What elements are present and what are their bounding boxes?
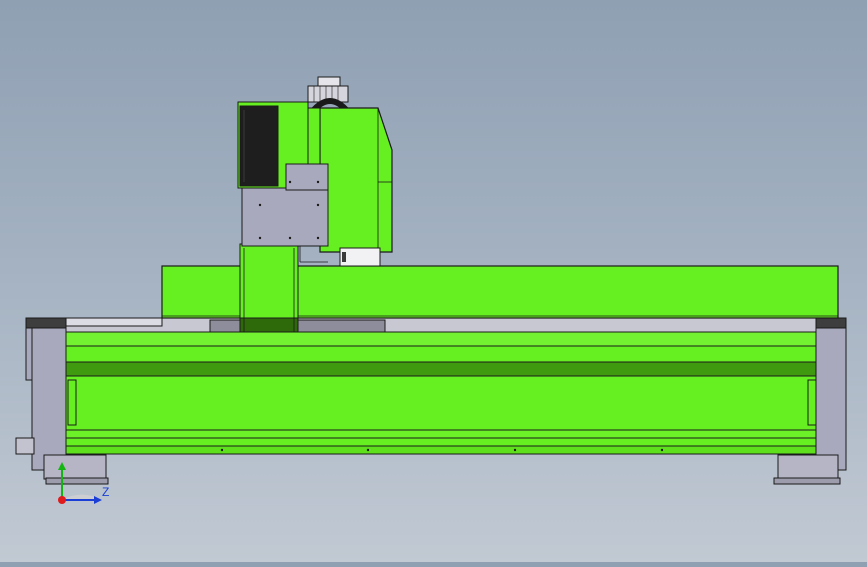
machine-bed	[65, 331, 817, 455]
carriage-column	[239, 243, 299, 333]
z-axis-label: Z	[102, 485, 110, 499]
cad-viewport[interactable]: Z	[0, 0, 867, 562]
spindle-motor-top	[307, 76, 351, 115]
cnc-router-drawing	[15, 76, 847, 504]
top-rail	[65, 317, 817, 333]
